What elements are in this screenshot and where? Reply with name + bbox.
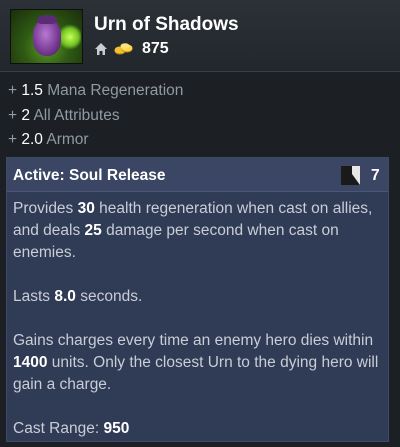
- ability-panel: Active: Soul Release 7 Provides 30 healt…: [6, 157, 389, 442]
- item-cost: 875: [142, 40, 169, 57]
- charge-count: 7: [371, 167, 380, 184]
- attribute-list: + 1.5 Mana Regeneration + 2 All Attribut…: [0, 72, 400, 153]
- ability-description-duration: Lasts 8.0 seconds.: [13, 288, 143, 305]
- ability-header: Active: Soul Release 7: [7, 158, 388, 192]
- urn-of-shadows-icon: [10, 9, 83, 64]
- attribute-mana-regen: + 1.5 Mana Regeneration: [8, 82, 184, 99]
- item-name: Urn of Shadows: [94, 14, 239, 35]
- ability-description-charges: Gains charges every time an enemy hero d…: [13, 332, 379, 393]
- ability-cast-range: Cast Range: 950: [13, 420, 130, 437]
- attribute-armor: + 2.0 Armor: [8, 131, 89, 148]
- gold-coins-icon: [114, 43, 133, 55]
- charges-icon: [341, 166, 360, 185]
- ability-title: Active: Soul Release: [13, 167, 166, 184]
- item-tooltip: Urn of Shadows 875 + 1.5 Mana Regenerati…: [0, 0, 400, 447]
- attribute-all-attributes: + 2 All Attributes: [8, 106, 120, 124]
- ability-description: Provides 30 health regeneration when cas…: [7, 192, 388, 440]
- ability-description-effect: Provides 30 health regeneration when cas…: [13, 200, 373, 261]
- tooltip-header: Urn of Shadows 875: [0, 0, 400, 72]
- item-cost-row: 875: [94, 40, 169, 58]
- home-shop-icon: [95, 43, 107, 55]
